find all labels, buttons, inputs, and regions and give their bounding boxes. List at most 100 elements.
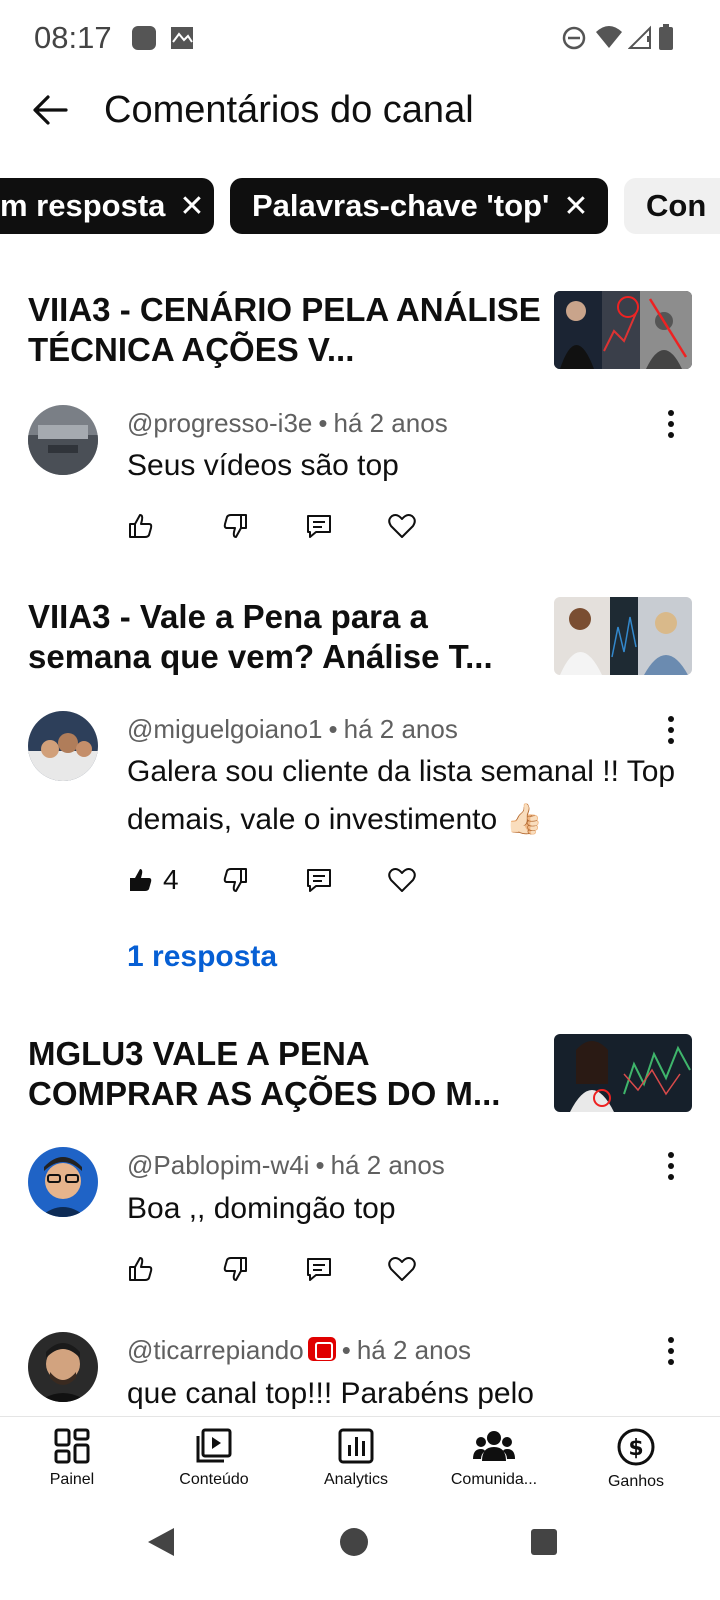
comment-actions: 4 (127, 860, 447, 900)
content-icon (196, 1428, 232, 1463)
separator: • (315, 1150, 325, 1180)
dashboard-icon (54, 1428, 90, 1464)
thumbs-up-filled-icon (130, 869, 152, 891)
video-title[interactable]: VIIA3 - Vale a Pena para a semana que ve… (28, 597, 548, 677)
like-button[interactable]: 4 (127, 860, 179, 900)
avatar[interactable] (28, 405, 98, 475)
wifi-icon (594, 24, 624, 57)
comment-author[interactable]: @progresso-i3e (127, 408, 312, 438)
channel-owner-badge-icon (307, 1337, 336, 1361)
avatar[interactable] (28, 711, 98, 781)
dislike-button[interactable] (221, 506, 249, 546)
comment-author[interactable]: @Pablopim-w4i (127, 1150, 309, 1180)
comment-text: Boa ,, domingão top (127, 1192, 396, 1225)
back-button[interactable] (26, 86, 74, 134)
comment-meta: @ticarrepiando • há 2 anos (127, 1335, 471, 1366)
heart-icon (388, 868, 416, 892)
home-nav-button[interactable] (338, 1526, 370, 1563)
more-options-button[interactable] (656, 404, 686, 444)
reply-comment-icon (307, 1258, 331, 1281)
comment-text: que canal top!!! Parabéns pelo (127, 1377, 534, 1410)
circle-home-icon (340, 1528, 368, 1556)
cell-signal-icon (627, 24, 654, 57)
chip-no-reply-filter[interactable]: m resposta ✕ (0, 178, 214, 234)
triangle-back-icon (148, 1528, 174, 1556)
dislike-button[interactable] (221, 1249, 249, 1289)
thumbs-up-icon (129, 514, 153, 538)
close-icon[interactable]: ✕ (563, 189, 588, 224)
comment-author[interactable]: @miguelgoiano1 (127, 714, 323, 744)
heart-button[interactable] (387, 506, 417, 546)
gallery-notification-icon (168, 24, 196, 57)
status-time: 08:17 (34, 20, 112, 55)
square-recents-icon (531, 1529, 557, 1555)
app-header: Comentários do canal (0, 80, 720, 146)
comment-text: Galera sou cliente da lista semanal !! T… (127, 755, 676, 836)
reply-button[interactable] (305, 860, 333, 900)
comment-actions (127, 506, 447, 546)
recents-nav-button[interactable] (530, 1528, 558, 1561)
heart-button[interactable] (387, 860, 417, 900)
reply-comment-icon (307, 515, 331, 538)
chip-label: Palavras-chave 'top' (252, 188, 550, 223)
arrow-left-icon (33, 95, 68, 125)
reply-button[interactable] (305, 1249, 333, 1289)
heart-button[interactable] (387, 1249, 417, 1289)
comment-time: há 2 anos (343, 714, 458, 744)
like-button[interactable] (127, 506, 155, 546)
close-icon[interactable]: ✕ (179, 189, 204, 224)
thumbs-up-icon (129, 1257, 153, 1281)
nav-label: Analytics (323, 1471, 389, 1488)
nav-item-comunidade[interactable]: Comunida... (422, 1427, 566, 1489)
earnings-icon: $ (617, 1428, 655, 1466)
thumbs-down-icon (223, 1257, 247, 1281)
community-icon (473, 1431, 515, 1461)
dislike-button[interactable] (221, 860, 249, 900)
avatar[interactable] (28, 1332, 98, 1402)
reply-button[interactable] (305, 506, 333, 546)
chip-keyword-filter[interactable]: Palavras-chave 'top' ✕ (230, 178, 608, 234)
comment-text: Seus vídeos são top (127, 449, 399, 482)
nav-item-conteudo[interactable]: Conteúdo (142, 1427, 286, 1489)
video-title[interactable]: VIIA3 - CENÁRIO PELA ANÁLISE TÉCNICA AÇÕ… (28, 290, 548, 370)
status-bar: 08:17 (0, 0, 720, 78)
svg-text:$: $ (628, 1436, 643, 1461)
heart-icon (388, 1257, 416, 1281)
video-thumbnail[interactable] (554, 1034, 692, 1112)
more-options-button[interactable] (656, 1331, 686, 1371)
system-navigation-bar (0, 1508, 720, 1600)
nav-label: Ganhos (607, 1473, 665, 1490)
like-button[interactable] (127, 1249, 155, 1289)
separator: • (318, 408, 328, 438)
video-title[interactable]: MGLU3 VALE A PENA COMPRAR AS AÇÕES DO M.… (28, 1034, 548, 1114)
app-notification-icon (130, 24, 158, 57)
nav-label: Conteúdo (179, 1471, 249, 1488)
reply-comment-icon (307, 869, 331, 892)
bottom-navigation: Painel Conteúdo Analytics Comunida... $ … (0, 1416, 720, 1508)
do-not-disturb-icon (560, 24, 588, 57)
avatar[interactable] (28, 1147, 98, 1217)
nav-item-ganhos[interactable]: $ Ganhos (564, 1427, 708, 1491)
chip-more-filter[interactable]: Con (624, 178, 720, 234)
separator: • (328, 714, 338, 744)
comment-author[interactable]: @ticarrepiando (127, 1335, 304, 1365)
video-thumbnail[interactable] (554, 291, 692, 369)
more-options-button[interactable] (656, 710, 686, 750)
video-thumbnail[interactable] (554, 597, 692, 675)
nav-item-painel[interactable]: Painel (0, 1427, 144, 1489)
back-nav-button[interactable] (146, 1526, 176, 1563)
analytics-icon (338, 1428, 374, 1464)
nav-item-analytics[interactable]: Analytics (284, 1427, 428, 1489)
filter-chips: m resposta ✕ Palavras-chave 'top' ✕ Con (0, 178, 720, 234)
comment-actions (127, 1249, 447, 1289)
thumbs-down-icon (223, 868, 247, 892)
view-replies-link[interactable]: 1 resposta (127, 940, 277, 974)
comment-meta: @miguelgoiano1 • há 2 anos (127, 714, 458, 745)
more-options-button[interactable] (656, 1146, 686, 1186)
comment-time: há 2 anos (330, 1150, 445, 1180)
nav-label: Painel (49, 1471, 95, 1488)
chip-label: Con (646, 188, 707, 223)
comment-meta: @progresso-i3e • há 2 anos (127, 408, 448, 439)
thumbs-down-icon (223, 514, 247, 538)
nav-label: Comunida... (450, 1471, 538, 1488)
